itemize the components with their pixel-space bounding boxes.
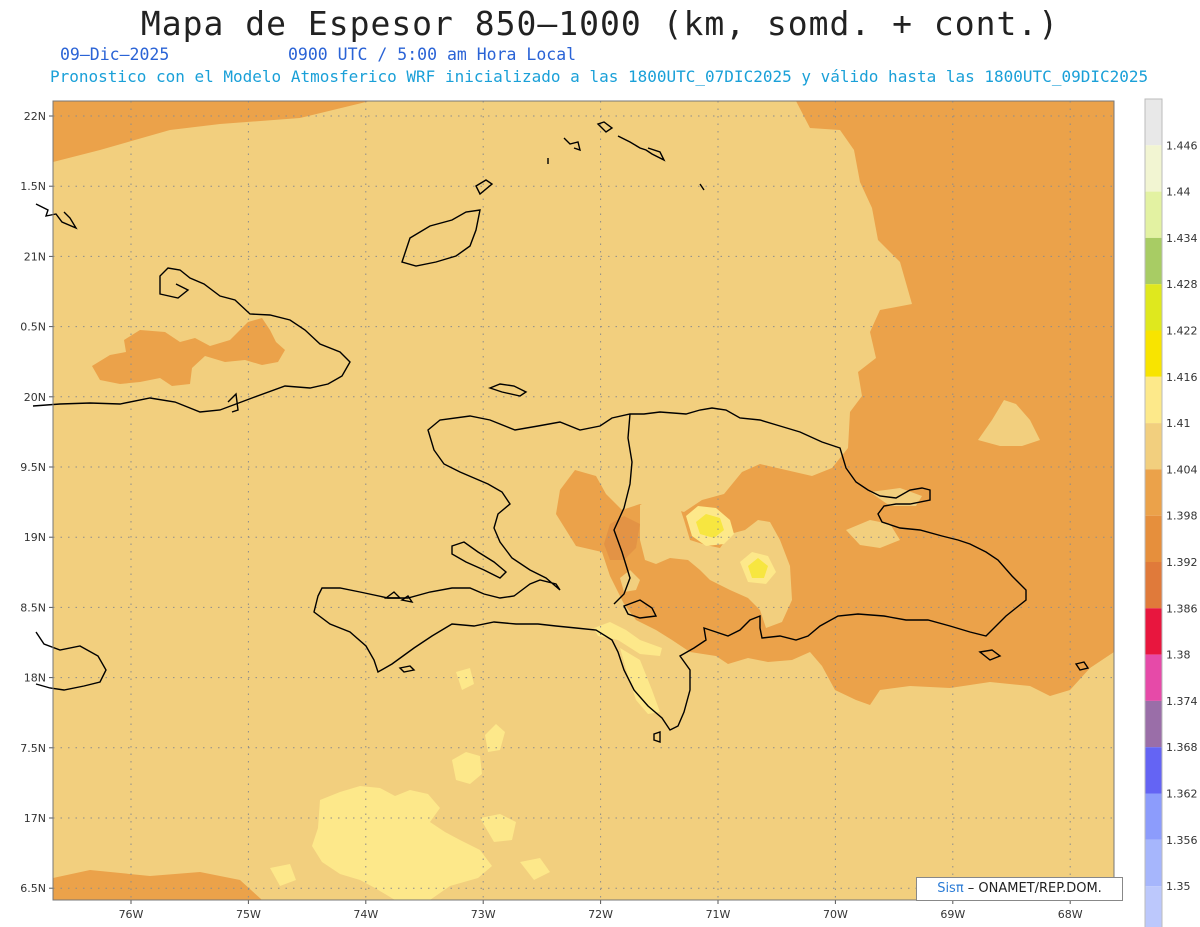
legend-label: 1.404 (1166, 463, 1198, 476)
legend-label: 1.38 (1166, 649, 1191, 662)
lat-label: 8.5N (20, 601, 46, 614)
lat-label: 20N (24, 391, 46, 404)
legend-label: 1.392 (1166, 556, 1198, 569)
lat-label: 21N (24, 250, 46, 263)
lon-label: 75W (236, 908, 261, 921)
lon-label: 69W (940, 908, 965, 921)
color-legend: 1.446 1.44 1.434 1.428 1.422 1.416 1.41 1.404 1.… (1144, 98, 1198, 927)
legend-swatch (1145, 145, 1162, 192)
legend-swatch (1145, 330, 1162, 377)
legend-label: 1.428 (1166, 278, 1198, 291)
lat-label: 6.5N (20, 882, 46, 895)
lon-label: 74W (353, 908, 378, 921)
thickness-map: 22N 1.5N 21N 0.5N 20N 9.5N 19N 8.5N 18N 7.5N 17N 6.… (20, 98, 1198, 927)
lat-label: 1.5N (20, 180, 46, 193)
legend-swatch (1145, 654, 1162, 701)
legend-label: 1.434 (1166, 232, 1198, 245)
legend-label: 1.416 (1166, 371, 1198, 384)
legend-swatch (1145, 237, 1162, 285)
lat-label: 17N (24, 812, 46, 825)
lon-label: 76W (119, 908, 144, 921)
credit-box: Sisπ – ONAMET/REP.DOM. (916, 877, 1123, 901)
legend-swatch (1145, 700, 1162, 748)
legend-swatch (1145, 793, 1162, 840)
legend-swatch (1145, 469, 1162, 516)
legend-label: 1.35 (1166, 880, 1191, 893)
credit-text: – ONAMET/REP.DOM. (963, 881, 1102, 896)
lat-label: 19N (24, 531, 46, 544)
longitude-labels: 76W 75W 74W 73W 72W 71W 70W 69W 68W (119, 908, 1083, 921)
legend-swatch (1145, 608, 1162, 655)
legend-label: 1.374 (1166, 695, 1198, 708)
lon-label: 70W (823, 908, 848, 921)
legend-label: 1.368 (1166, 741, 1198, 754)
legend-swatch (1145, 886, 1162, 927)
legend-swatch (1145, 747, 1162, 794)
legend-label: 1.356 (1166, 834, 1198, 847)
legend-swatch (1145, 515, 1162, 562)
legend-label: 1.386 (1166, 602, 1198, 615)
lat-label: 22N (24, 110, 46, 123)
legend-label: 1.44 (1166, 186, 1191, 199)
legend-swatch (1145, 839, 1162, 887)
lon-label: 68W (1058, 908, 1083, 921)
latitude-labels: 22N 1.5N 21N 0.5N 20N 9.5N 19N 8.5N 18N 7.5N 17N 6.… (20, 110, 46, 895)
legend-swatch (1145, 376, 1162, 424)
lat-label: 0.5N (20, 321, 46, 334)
legend-label: 1.446 (1166, 139, 1198, 152)
legend-label: 1.41 (1166, 417, 1191, 430)
credit-brand: Sisπ (937, 881, 964, 896)
lat-label: 7.5N (20, 742, 46, 755)
legend-label: 1.362 (1166, 788, 1198, 801)
legend-label: 1.422 (1166, 325, 1198, 338)
lat-label: 18N (24, 672, 46, 685)
lon-label: 72W (588, 908, 613, 921)
lon-label: 71W (706, 908, 731, 921)
legend-swatch (1145, 99, 1162, 146)
map-fill-layer (53, 101, 1114, 900)
lat-label: 9.5N (20, 461, 46, 474)
lon-label: 73W (471, 908, 496, 921)
legend-swatch (1145, 423, 1162, 470)
legend-swatch (1145, 562, 1162, 609)
legend-swatch (1145, 284, 1162, 331)
legend-swatch (1145, 191, 1162, 238)
legend-label: 1.398 (1166, 510, 1198, 523)
